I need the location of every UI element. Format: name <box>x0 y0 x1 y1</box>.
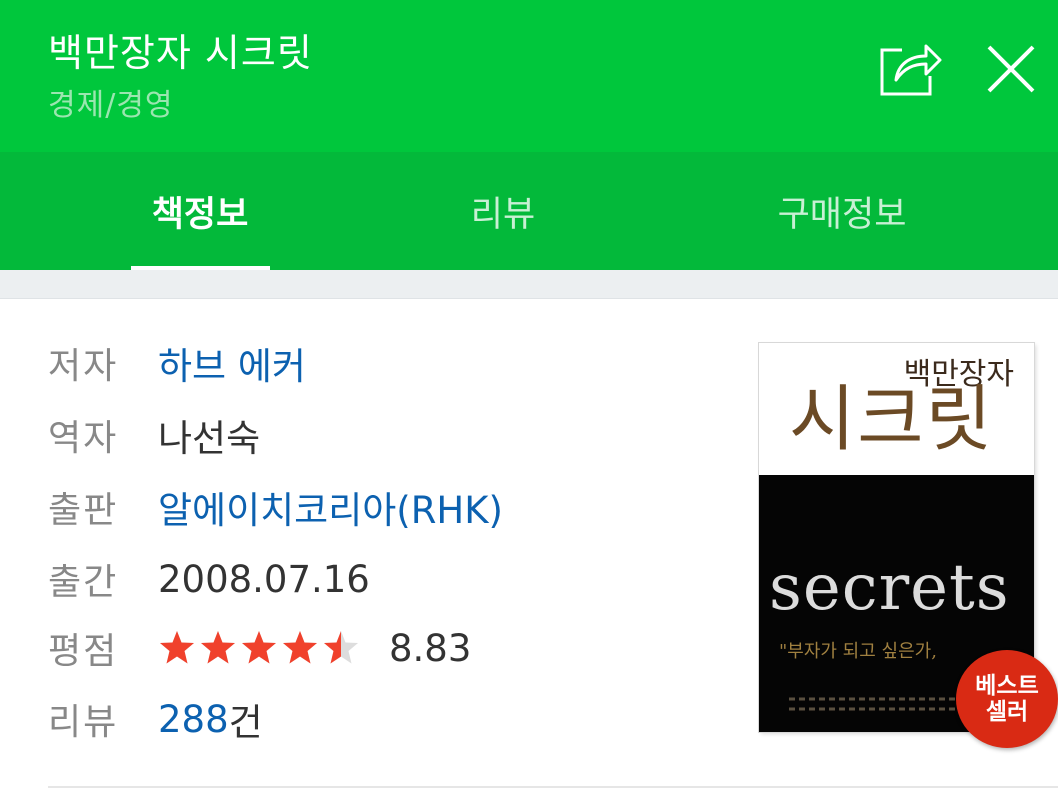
review-row: 리뷰 288 건 <box>48 687 263 751</box>
review-unit: 건 <box>228 701 263 744</box>
tab-book-info[interactable]: 책정보 <box>100 152 300 270</box>
tab-purchase-info[interactable]: 구매정보 <box>722 152 962 270</box>
review-count-link[interactable]: 288 <box>158 698 229 741</box>
publisher-link[interactable]: 알에이치코리아(RHK) <box>158 480 503 534</box>
star-icon <box>242 631 276 664</box>
author-label: 저자 <box>48 346 119 387</box>
date-label: 출간 <box>48 562 119 603</box>
author-row: 저자 하브 에커 <box>48 331 306 395</box>
share-button[interactable] <box>874 36 944 100</box>
publish-date: 2008.07.16 <box>158 557 370 601</box>
close-icon <box>987 45 1035 93</box>
cover-title-line2: 시크릿 <box>789 377 994 461</box>
publisher-label: 출판 <box>48 490 119 531</box>
tab-bar: 책정보 리뷰 구매정보 <box>0 152 1058 270</box>
star-icon <box>324 631 358 664</box>
author-link[interactable]: 하브 에커 <box>158 336 306 390</box>
date-row: 출간 2008.07.16 <box>48 547 370 611</box>
review-label: 리뷰 <box>48 702 119 743</box>
category-label: 경제/경영 <box>48 88 174 123</box>
cover-top: 백만장자 시크릿 <box>759 343 1034 475</box>
page-title: 백만장자 시크릿 <box>48 31 313 75</box>
header: 백만장자 시크릿 경제/경영 <box>0 0 1058 152</box>
rating-value: 8.83 <box>389 626 472 670</box>
badge-line1: 베스트 <box>975 672 1039 699</box>
tab-reviews[interactable]: 리뷰 <box>403 152 603 270</box>
rating-label: 평점 <box>48 631 119 672</box>
section-separator <box>0 270 1058 299</box>
rating-row: 평점 8.83 <box>48 616 471 680</box>
cover-english-title: secrets <box>769 551 1010 625</box>
star-icon <box>201 631 235 664</box>
star-rating <box>158 629 363 667</box>
bestseller-badge: 베스트 셀러 <box>956 650 1058 748</box>
translator-value: 나선숙 <box>158 417 261 460</box>
share-icon <box>880 44 942 96</box>
translator-row: 역자 나선숙 <box>48 403 260 467</box>
divider <box>48 786 1058 788</box>
badge-line2: 셀러 <box>985 699 1029 725</box>
translator-label: 역자 <box>48 418 119 459</box>
close-button[interactable] <box>984 42 1038 96</box>
cover-quote: "부자가 되고 싶은가, <box>779 641 937 662</box>
publisher-row: 출판 알에이치코리아(RHK) <box>48 475 503 539</box>
star-icon <box>283 631 317 664</box>
star-icon <box>160 631 194 664</box>
